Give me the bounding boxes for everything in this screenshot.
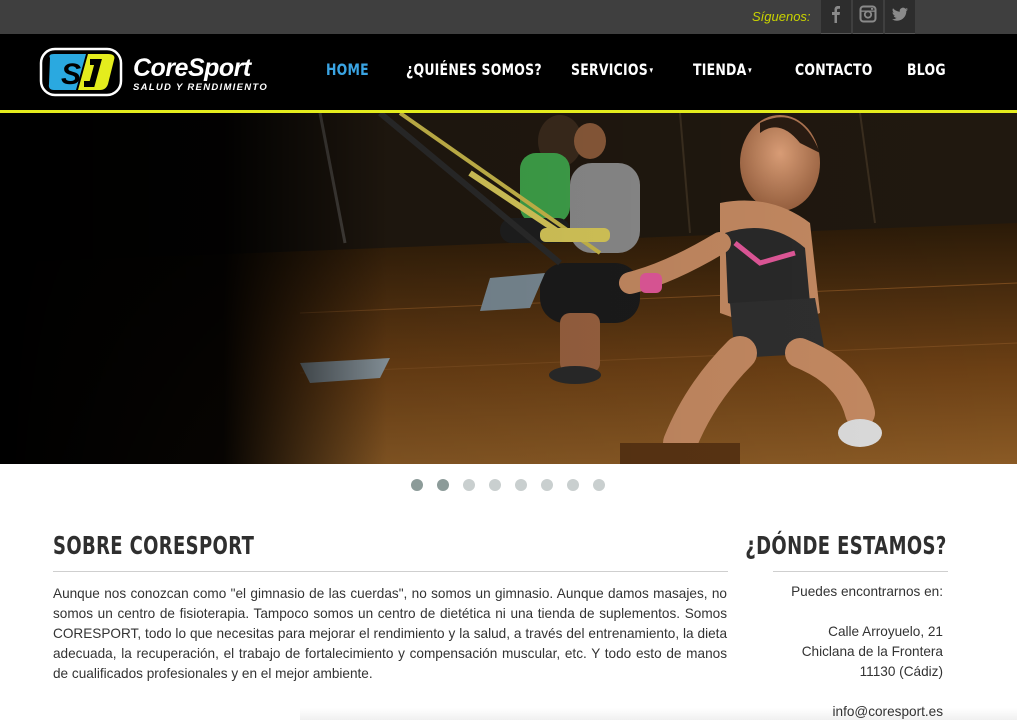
location-street: Calle Arroyuelo, 21	[828, 624, 943, 639]
nav-services[interactable]: SERVICIOS ▾	[571, 60, 653, 79]
nav-about[interactable]: ¿QUIÉNES SOMOS?	[406, 60, 542, 79]
chevron-down-icon: ▾	[748, 65, 752, 76]
location-city: Chiclana de la Frontera	[801, 644, 943, 659]
brand-tagline: SALUD Y RENDIMIENTO	[133, 82, 269, 93]
location-intro: Puedes encontrarnos en:	[791, 584, 943, 599]
location-divider	[773, 571, 948, 572]
slider-dot[interactable]	[567, 479, 579, 491]
about-divider	[53, 571, 728, 572]
location-title: ¿DÓNDE ESTAMOS?	[745, 531, 947, 560]
follow-label: Síguenos:	[752, 9, 811, 24]
location-info: Puedes encontrarnos en: Calle Arroyuelo,…	[713, 582, 943, 722]
nav-home[interactable]: HOME	[326, 60, 369, 79]
facebook-link[interactable]	[821, 0, 851, 34]
twitter-link[interactable]	[885, 0, 915, 34]
slider-dot[interactable]	[411, 479, 423, 491]
site-header: S CoreSport SALUD Y RENDIMIENTO HOME ¿QU…	[0, 34, 1017, 113]
twitter-icon	[891, 5, 909, 28]
slider-dot[interactable]	[593, 479, 605, 491]
about-title: SOBRE CORESPORT	[53, 531, 255, 560]
instagram-link[interactable]	[853, 0, 883, 34]
about-text: Aunque nos conozcan como "el gimnasio de…	[53, 586, 727, 681]
nav-contact[interactable]: CONTACTO	[795, 60, 873, 79]
brand-logo[interactable]: S CoreSport SALUD Y RENDIMIENTO	[38, 46, 288, 98]
hero-slider[interactable]	[0, 113, 1017, 464]
nav-shop[interactable]: TIENDA ▾	[693, 60, 752, 79]
nav-blog[interactable]: BLOG	[907, 60, 946, 79]
hero-image	[0, 113, 1017, 464]
brand-name: CoreSport	[133, 54, 251, 82]
slider-pagination	[0, 479, 1017, 491]
svg-text:S: S	[61, 58, 81, 91]
slider-dot[interactable]	[515, 479, 527, 491]
footer-shadow	[300, 708, 1017, 720]
facebook-icon	[827, 5, 845, 28]
slider-dot[interactable]	[463, 479, 475, 491]
chevron-down-icon: ▾	[649, 65, 654, 76]
slider-dot[interactable]	[541, 479, 553, 491]
slider-dot[interactable]	[489, 479, 501, 491]
instagram-icon	[859, 5, 877, 28]
location-postal: 11130 (Cádiz)	[859, 664, 943, 679]
slider-dot[interactable]	[437, 479, 449, 491]
logo-mark-icon: S	[39, 47, 123, 97]
social-topbar: Síguenos:	[0, 0, 1017, 34]
